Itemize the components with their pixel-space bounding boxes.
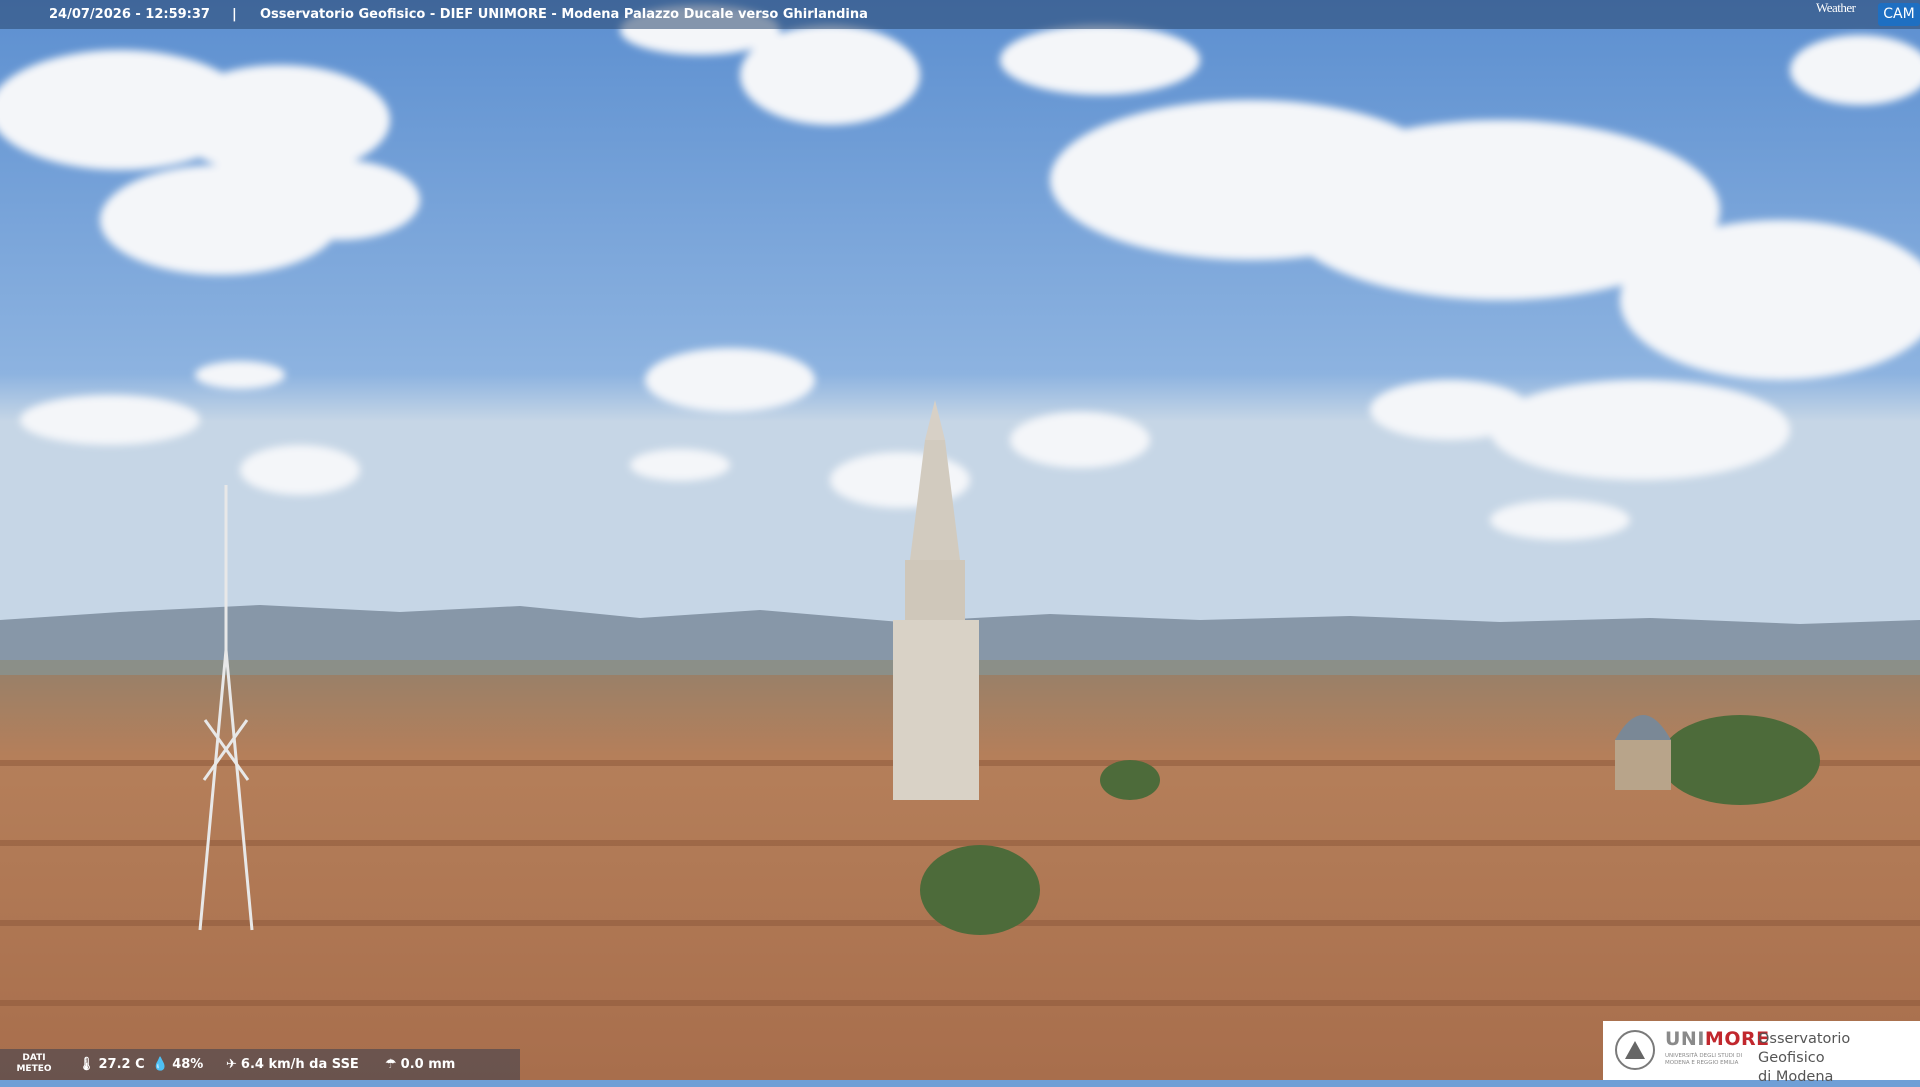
timestamp: 24/07/2026 - 12:59:37	[49, 7, 210, 22]
humidity-icon: 💧	[152, 1057, 169, 1072]
unimore-logo-panel: UNIMORE UNIVERSITÀ DEGLI STUDI DI MODENA…	[1603, 1021, 1920, 1085]
university-subtitle: UNIVERSITÀ DEGLI STUDI DI MODENA E REGGI…	[1665, 1053, 1743, 1066]
weather-label-line1: DATI	[22, 1053, 46, 1063]
humidity-value: 48%	[172, 1057, 204, 1072]
weathercam-logo-weather: Weather	[1816, 0, 1856, 15]
wind-reading: ✈ 6.4 km/h da SSE	[226, 1057, 359, 1072]
temperature-value: 27.2 C	[98, 1057, 145, 1072]
wind-icon: ✈	[226, 1057, 237, 1072]
observatory-line1: Osservatorio Geofisico	[1758, 1031, 1851, 1066]
observatory-name: Osservatorio Geofisico di Modena	[1758, 1030, 1920, 1087]
rain-value: 0.0 mm	[400, 1057, 456, 1072]
caption-bar: 24/07/2026 - 12:59:37 | Osservatorio Geo…	[0, 0, 1920, 29]
wind-value: 6.4 km/h da SSE	[240, 1057, 359, 1072]
weather-data-bar: DATI METEO 🌡 27.2 C 💧 48% ✈ 6.4 km/h da SSE…	[0, 1049, 520, 1080]
camera-caption: Osservatorio Geofisico - DIEF UNIMORE - …	[260, 7, 868, 22]
caption-separator: |	[232, 7, 237, 22]
weather-data-label: DATI METEO	[14, 1053, 54, 1075]
rain-reading: ☂ 0.0 mm	[385, 1057, 455, 1072]
weather-label-line2: METEO	[16, 1064, 52, 1074]
weathercam-logo: Weather CAM	[1816, 0, 1920, 29]
webcam-image	[0, 0, 1920, 1080]
humidity-reading: 💧 48%	[152, 1057, 203, 1072]
temperature-reading: 🌡 27.2 C	[78, 1057, 145, 1072]
university-seal-icon	[1615, 1030, 1655, 1070]
rain-icon: ☂	[385, 1057, 397, 1072]
thermometer-icon: 🌡	[78, 1057, 95, 1072]
unimore-brand: UNIMORE	[1665, 1028, 1770, 1050]
brand-prefix: UNI	[1665, 1028, 1705, 1050]
observatory-line2: di Modena	[1758, 1069, 1834, 1085]
weathercam-logo-cam: CAM	[1878, 3, 1920, 26]
